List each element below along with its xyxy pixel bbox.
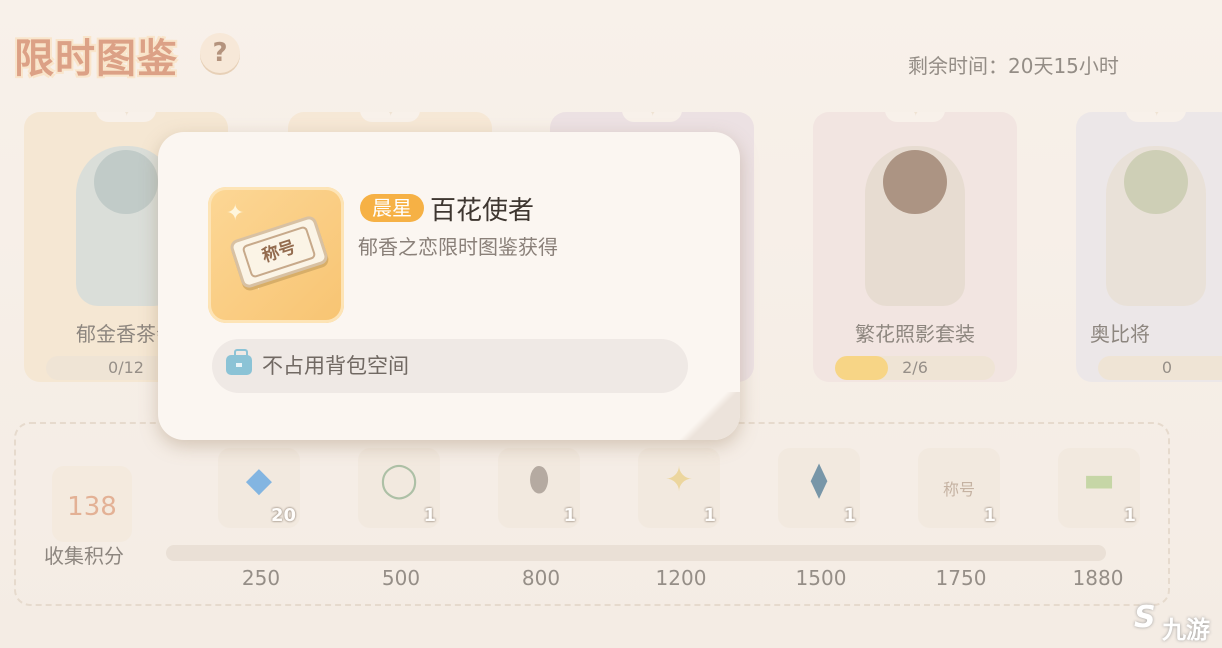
item-source: 郁香之恋限时图鉴获得 [358, 235, 558, 259]
item-name: 百花使者 [430, 196, 535, 226]
rarity-badge: 晨星 [360, 194, 424, 222]
watermark-logo: S [1134, 600, 1156, 635]
sparkle-icon: ✦ [226, 201, 245, 226]
watermark-text: 九游 [1162, 616, 1210, 644]
ticket-label: 称号 [241, 225, 317, 279]
bag-icon [226, 349, 252, 375]
storage-note-text: 不占用背包空间 [262, 354, 409, 378]
page-curl-decoration [676, 392, 740, 440]
title-item-icon: ✦ ✦ ✦ 称号 [208, 187, 344, 323]
